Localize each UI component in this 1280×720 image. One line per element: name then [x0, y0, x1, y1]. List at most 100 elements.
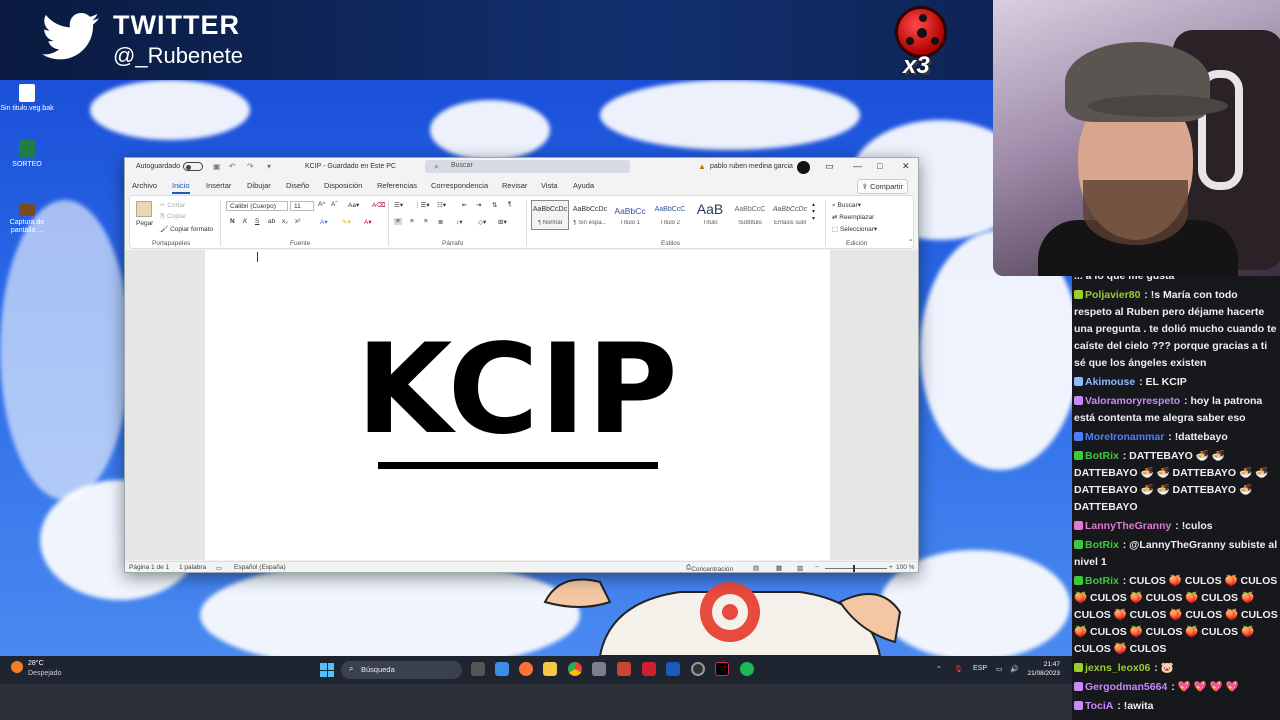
- collapse-ribbon-icon[interactable]: ⌃: [908, 238, 913, 246]
- autosave-toggle[interactable]: [183, 162, 203, 171]
- microphone-icon[interactable]: 🎙: [954, 665, 963, 673]
- chat-username[interactable]: Valoramoryrespeto: [1085, 395, 1180, 407]
- tab-vista[interactable]: Vista: [541, 181, 558, 190]
- language-indicator[interactable]: ESP: [973, 665, 987, 672]
- weather-description[interactable]: Despejado: [28, 670, 61, 677]
- highlight-icon[interactable]: ✎▾: [342, 218, 351, 226]
- change-case-icon[interactable]: Aa▾: [348, 201, 359, 209]
- word-count[interactable]: 1 palabra: [179, 564, 206, 571]
- web-layout-icon[interactable]: ▧: [797, 564, 803, 572]
- clear-format-icon[interactable]: A⌫: [372, 201, 386, 209]
- tab-archivo[interactable]: Archivo: [132, 181, 157, 190]
- find-button[interactable]: ⌕ Buscar▾: [832, 201, 861, 210]
- justify-icon[interactable]: ≣: [438, 218, 443, 226]
- document-title[interactable]: KCIP - Guardado en Este PC: [305, 163, 396, 170]
- bullets-icon[interactable]: ☰▾: [394, 201, 403, 209]
- font-color-icon[interactable]: A▾: [364, 218, 372, 226]
- taskbar-search[interactable]: ⌕ Búsqueda: [341, 661, 462, 679]
- zoom-in-icon[interactable]: +: [889, 564, 893, 571]
- style-heading-1[interactable]: AaBbCc Título 1: [611, 200, 649, 230]
- snipping-tool-icon[interactable]: [592, 662, 606, 676]
- superscript-icon[interactable]: x²: [295, 218, 300, 225]
- word-window[interactable]: Autoguardado ▣ ↶ ↷ ▾ KCIP - Guardado en …: [124, 157, 919, 573]
- select-button[interactable]: ⬚ Seleccionar▾: [832, 225, 877, 233]
- align-right-icon[interactable]: ≡: [424, 218, 428, 225]
- subscript-icon[interactable]: x₂: [282, 218, 288, 225]
- system-clock[interactable]: 21:47 21/08/2023: [1027, 660, 1060, 678]
- document-page[interactable]: KCIP: [205, 250, 830, 560]
- firefox-icon[interactable]: [519, 662, 533, 676]
- weather-temperature[interactable]: 28°C: [28, 660, 44, 667]
- chevron-up-icon[interactable]: ⌃: [936, 665, 942, 673]
- style-subtle-emphasis[interactable]: AaBbCcDc Énfasis sutil: [771, 200, 809, 230]
- style-subtitle[interactable]: AaBbCcC Subtítulo: [731, 200, 769, 230]
- underline-icon[interactable]: S: [255, 218, 259, 225]
- sort-icon[interactable]: ⇅: [492, 201, 497, 209]
- chat-username[interactable]: BotRix: [1085, 450, 1119, 462]
- focus-button[interactable]: ⎙ Concentración: [686, 564, 733, 572]
- zoom-slider[interactable]: [825, 565, 887, 572]
- tab-disposicion[interactable]: Disposición: [324, 181, 362, 190]
- undo-icon[interactable]: ↶: [229, 162, 236, 171]
- shading-icon[interactable]: ◇▾: [478, 218, 486, 226]
- close-button[interactable]: ✕: [902, 161, 910, 172]
- chat-username[interactable]: Akimouse: [1085, 376, 1135, 388]
- copy-button[interactable]: ⎘ Copiar: [160, 213, 186, 221]
- zoom-level[interactable]: 100 %: [896, 564, 914, 571]
- desktop-icon-file[interactable]: Sin titulo.veg.bak: [0, 84, 54, 113]
- numbering-icon[interactable]: ⋮☰▾: [414, 201, 430, 209]
- page-count[interactable]: Página 1 de 1: [129, 564, 169, 571]
- read-mode-icon[interactable]: ▤: [753, 564, 759, 572]
- style-heading-2[interactable]: AaBbCcC Título 2: [651, 200, 689, 230]
- language-label[interactable]: Español (España): [234, 564, 286, 571]
- format-painter-button[interactable]: 🖌 Copiar formato: [160, 225, 213, 233]
- app-icon[interactable]: [617, 662, 631, 676]
- styles-scroll-icon[interactable]: ▴ ▾ ▾: [812, 201, 815, 222]
- shrink-font-icon[interactable]: Aˇ: [331, 201, 338, 208]
- tab-correspondencia[interactable]: Correspondencia: [431, 181, 488, 190]
- save-icon[interactable]: ▣: [213, 162, 221, 171]
- widgets-icon[interactable]: [495, 662, 509, 676]
- tab-dibujar[interactable]: Dibujar: [247, 181, 271, 190]
- start-button[interactable]: [320, 663, 334, 677]
- customize-qat-icon[interactable]: ▾: [267, 162, 271, 171]
- chat-username[interactable]: TociA: [1085, 700, 1113, 712]
- avatar[interactable]: [797, 161, 810, 174]
- style-title[interactable]: AaB Título: [691, 200, 729, 230]
- style-no-spacing[interactable]: AaBbCcDc ¶ Sin espa...: [571, 200, 609, 230]
- paste-button[interactable]: Pegar: [136, 220, 153, 227]
- desktop-icon-captura[interactable]: Captura de pantalla ...: [0, 200, 54, 235]
- chat-username[interactable]: Poljavier80: [1085, 289, 1140, 301]
- desktop-icon-sorteo[interactable]: SORTEO: [0, 140, 54, 169]
- tab-revisar[interactable]: Revisar: [502, 181, 527, 190]
- network-icon[interactable]: ▭: [996, 665, 1003, 673]
- proofing-icon[interactable]: ▭: [216, 564, 222, 572]
- show-marks-icon[interactable]: ¶: [508, 201, 512, 208]
- chat-username[interactable]: BotRix: [1085, 539, 1119, 551]
- spotify-icon[interactable]: [740, 662, 754, 676]
- chat-username[interactable]: Gergodman5664: [1085, 681, 1167, 693]
- tiktok-icon[interactable]: [715, 662, 729, 676]
- tab-inicio[interactable]: Inicio: [172, 181, 190, 194]
- align-left-icon[interactable]: ≡: [394, 218, 402, 225]
- bold-icon[interactable]: N: [230, 218, 235, 225]
- grow-font-icon[interactable]: A^: [318, 201, 325, 208]
- decrease-indent-icon[interactable]: ⇤: [462, 201, 467, 209]
- ribbon-display-icon[interactable]: ▭: [825, 161, 834, 172]
- user-name[interactable]: pablo ruben medina garcia: [710, 163, 793, 170]
- strikethrough-icon[interactable]: ab: [268, 218, 275, 225]
- font-size-select[interactable]: 11: [290, 201, 314, 211]
- line-spacing-icon[interactable]: ↕▾: [456, 218, 463, 226]
- increase-indent-icon[interactable]: ⇥: [476, 201, 481, 209]
- task-view-icon[interactable]: [471, 662, 485, 676]
- zoom-out-icon[interactable]: −: [815, 564, 819, 571]
- tab-insertar[interactable]: Insertar: [206, 181, 231, 190]
- chrome-icon[interactable]: [568, 662, 582, 676]
- chat-username[interactable]: jexns_leox06: [1085, 662, 1150, 674]
- italic-icon[interactable]: K: [243, 218, 247, 225]
- document-heading[interactable]: KCIP: [205, 325, 830, 455]
- vegas-icon[interactable]: [642, 662, 656, 676]
- multilevel-list-icon[interactable]: ☷▾: [437, 201, 446, 209]
- tab-ayuda[interactable]: Ayuda: [573, 181, 594, 190]
- file-explorer-icon[interactable]: [543, 662, 557, 676]
